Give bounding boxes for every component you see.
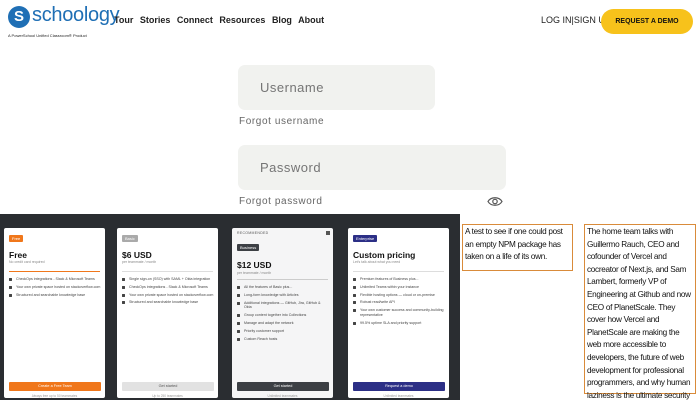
feature-item: Your own customer success and community-… <box>353 308 445 318</box>
feature-item: Group content together into Collections <box>237 313 329 318</box>
nav-item-about[interactable]: About <box>298 15 324 25</box>
feature-list: CheckOps integrations - Slack & Microsof… <box>9 277 101 300</box>
plan-price: $6 USD <box>122 250 152 260</box>
create-free-team-button[interactable]: Create a Free Team <box>9 382 101 391</box>
feature-item: Your own private space hosted on stackov… <box>9 285 101 290</box>
request-demo-plan-button[interactable]: Request a demo <box>353 382 445 391</box>
feature-item: Long-form knowledge with Articles <box>237 293 329 298</box>
feature-item: CheckOps integrations - Slack & Microsof… <box>9 277 101 282</box>
feature-item: Single sign-on (SSO) with SAML + Okta in… <box>122 277 214 282</box>
logo-wordmark: schoology <box>32 4 120 26</box>
nav-item-resources[interactable]: Resources <box>219 15 265 25</box>
podcast-description-note: The home team talks with Guillermo Rauch… <box>584 224 696 400</box>
basic-get-started-button[interactable]: Get started <box>122 382 214 391</box>
feature-list: Premium features of Business plus... Unl… <box>353 277 445 329</box>
plan-subtitle: No credit card required <box>9 260 45 264</box>
pricing-card-enterprise: Enterprise Custom pricing Let's talk abo… <box>348 228 449 398</box>
pricing-card-free: Free Free No credit card required CheckO… <box>4 228 105 398</box>
logo-tagline: A PowerSchool Unified Classroom® Product <box>8 33 87 38</box>
plan-footnote: Unlimited teammates <box>383 394 414 398</box>
plan-badge: Enterprise <box>353 235 378 242</box>
plan-badge: Basic <box>122 235 138 242</box>
feature-list: Single sign-on (SSO) with SAML + Okta in… <box>122 277 214 308</box>
feature-item: Flexible hosting options — cloud or on-p… <box>353 293 445 298</box>
plan-price: Custom pricing <box>353 250 416 260</box>
plan-divider <box>9 271 100 272</box>
request-demo-button[interactable]: REQUEST A DEMO <box>601 9 693 34</box>
main-nav: Tour Stories Connect Resources Blog Abou… <box>114 15 328 25</box>
forgot-password-link[interactable]: Forgot password <box>239 196 322 207</box>
logo-mark: S <box>8 6 30 28</box>
feature-item: Unlimited Teams within your instance <box>353 285 445 290</box>
feature-item: Your own private space hosted on stackov… <box>122 293 214 298</box>
login-link[interactable]: LOG IN <box>541 15 572 25</box>
pricing-panel: Free Free No credit card required CheckO… <box>0 214 460 400</box>
plan-subtitle: Let's talk about what you need <box>353 260 401 264</box>
password-input[interactable] <box>238 145 506 190</box>
username-input[interactable] <box>238 65 435 110</box>
feature-item: Custom Reach hosts <box>237 337 329 342</box>
feature-item: Manage and adapt the network <box>237 321 329 326</box>
nav-item-blog[interactable]: Blog <box>272 15 292 25</box>
plan-footnote: Always free up to 50 teammates <box>31 394 78 398</box>
recommended-icon <box>326 231 330 235</box>
feature-list: All the features of Basic plus... Long-f… <box>237 285 329 344</box>
forgot-username-link[interactable]: Forgot username <box>239 116 324 127</box>
npm-package-note: A test to see if one could post an empty… <box>462 224 573 271</box>
schoology-logo[interactable]: S schoology A PowerSchool Unified Classr… <box>8 4 120 38</box>
plan-price: Free <box>9 250 27 260</box>
pricing-card-business: RECOMMENDED Business $12 USD per teammat… <box>232 228 333 398</box>
feature-item: Premium features of Business plus... <box>353 277 445 282</box>
feature-item: All the features of Basic plus... <box>237 285 329 290</box>
plan-subtitle: per teammate / month <box>237 271 272 275</box>
plan-price: $12 USD <box>237 260 272 270</box>
plan-divider <box>122 271 213 272</box>
nav-item-stories[interactable]: Stories <box>140 15 171 25</box>
nav-item-connect[interactable]: Connect <box>177 15 213 25</box>
plan-footnote: Up to 250 teammates <box>152 394 183 398</box>
plan-subtitle: per teammate / month <box>122 260 157 264</box>
plan-divider <box>353 271 444 272</box>
pricing-card-basic: Basic $6 USD per teammate / month Single… <box>117 228 218 398</box>
plan-badge: Business <box>237 244 260 251</box>
plan-badge: Free <box>9 235 24 242</box>
feature-item: Structured and searchable knowledge base <box>9 293 101 298</box>
recommended-label: RECOMMENDED <box>237 231 269 235</box>
feature-item: CheckOps integrations - Slack & Microsof… <box>122 285 214 290</box>
feature-item: Structured and searchable knowledge base <box>122 300 214 305</box>
feature-item: Additional integrations — GitHub, Jira, … <box>237 301 329 311</box>
feature-item: Priority customer support <box>237 329 329 334</box>
nav-item-tour[interactable]: Tour <box>114 15 133 25</box>
feature-item: Robust read/write API <box>353 300 445 305</box>
business-get-started-button[interactable]: Get started <box>237 382 329 391</box>
feature-item: 99.5% uptime SLA and priority support <box>353 321 445 326</box>
plan-divider <box>237 279 328 280</box>
plan-footnote: Unlimited teammates <box>267 394 298 398</box>
show-password-eye-icon[interactable] <box>487 196 503 207</box>
